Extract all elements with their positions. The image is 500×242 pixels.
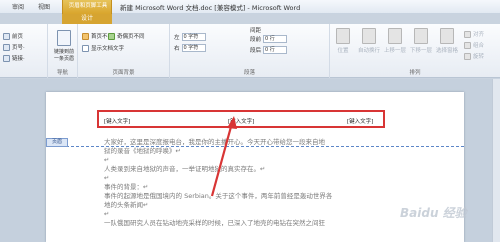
- vertical-scrollbar[interactable]: [492, 79, 500, 242]
- watermark: Baidu 经验: [400, 206, 467, 220]
- arrow-shaft: [210, 122, 234, 197]
- arrow-head: [227, 116, 237, 129]
